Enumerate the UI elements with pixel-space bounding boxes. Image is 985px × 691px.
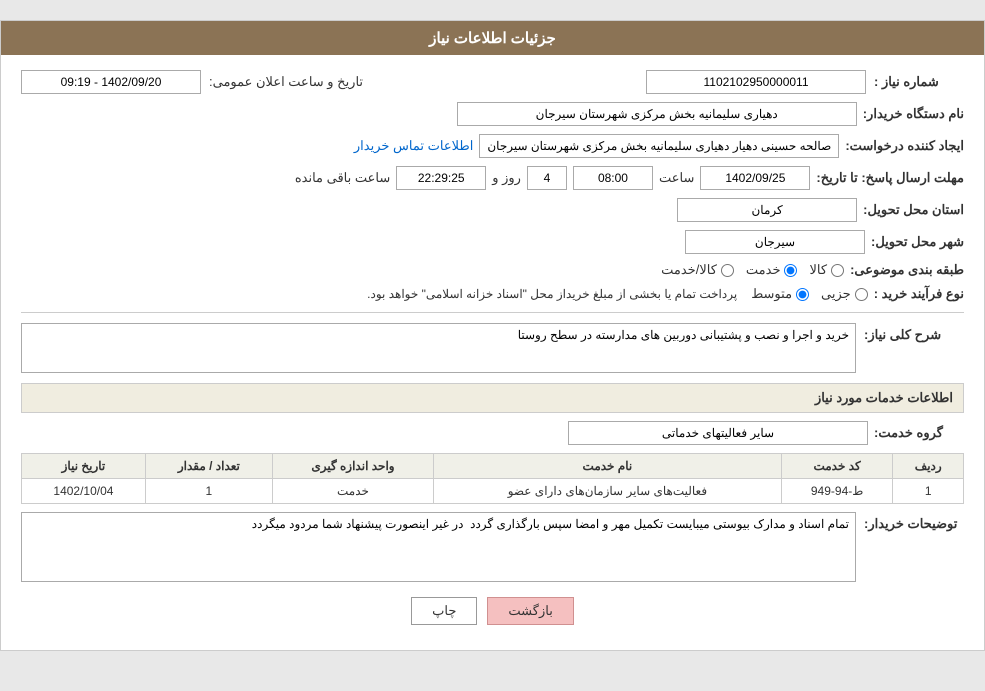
table-body: 1 ط-94-949 فعالیت‌های سایر سازمان‌های دا… bbox=[22, 479, 964, 504]
row-dastgah: نام دستگاه خریدار: bbox=[21, 102, 964, 126]
ijad-label: ایجاد کننده درخواست: bbox=[845, 138, 964, 154]
saat-input[interactable] bbox=[573, 166, 653, 190]
page-header: جزئیات اطلاعات نیاز bbox=[1, 21, 984, 55]
row-gorooh: گروه خدمت: bbox=[21, 421, 964, 445]
col-radif: ردیف bbox=[893, 454, 964, 479]
ettelaat-tamas-link[interactable]: اطلاعات تماس خریدار bbox=[354, 138, 473, 154]
row-mohlat: مهلت ارسال پاسخ: تا تاریخ: ساعت روز و سا… bbox=[21, 166, 964, 190]
mohlat-date-input[interactable] bbox=[700, 166, 810, 190]
cell-date: 1402/10/04 bbox=[22, 479, 146, 504]
col-code: کد خدمت bbox=[781, 454, 893, 479]
page-wrapper: AnaRender جزئیات اطلاعات نیاز شماره نیاز… bbox=[0, 20, 985, 651]
farayand-label: نوع فرآیند خرید : bbox=[874, 286, 964, 302]
cell-radif: 1 bbox=[893, 479, 964, 504]
ijad-input[interactable] bbox=[479, 134, 839, 158]
radio-jozii-input[interactable] bbox=[855, 288, 868, 301]
dastgah-input[interactable] bbox=[457, 102, 857, 126]
shomara-label: شماره نیاز : bbox=[874, 74, 964, 90]
radio-jozii-label: جزیی bbox=[821, 286, 851, 302]
row-farayand: نوع فرآیند خرید : جزیی متوسط پرداخت تمام… bbox=[21, 286, 964, 302]
radio-motavasset-input[interactable] bbox=[796, 288, 809, 301]
baqi-saat-label: ساعت باقی مانده bbox=[295, 170, 390, 186]
cell-count: 1 bbox=[145, 479, 272, 504]
divider-1 bbox=[21, 312, 964, 313]
ostan-label: استان محل تحویل: bbox=[863, 202, 964, 218]
col-count: تعداد / مقدار bbox=[145, 454, 272, 479]
main-content: شماره نیاز : تاریخ و ساعت اعلان عمومی: ن… bbox=[1, 55, 984, 650]
tawsiyat-label: توضیحات خریدار: bbox=[864, 512, 964, 532]
rooz-label: روز و bbox=[492, 170, 521, 186]
row-tawsiyat: توضیحات خریدار: تمام اسناد و مدارک بیوست… bbox=[21, 512, 964, 582]
saat-label: ساعت bbox=[659, 170, 694, 186]
cell-code: ط-94-949 bbox=[781, 479, 893, 504]
radio-khadamat[interactable]: خدمت bbox=[746, 262, 798, 278]
radio-motavasset-label: متوسط bbox=[751, 286, 792, 302]
col-unit: واحد اندازه گیری bbox=[272, 454, 433, 479]
row-shahr: شهر محل تحویل: bbox=[21, 230, 964, 254]
gorooh-input[interactable] bbox=[568, 421, 868, 445]
shomara-input[interactable] bbox=[646, 70, 866, 94]
tabaqe-label: طبقه بندی موضوعی: bbox=[850, 262, 964, 278]
tarikh-label: تاریخ و ساعت اعلان عمومی: bbox=[209, 74, 363, 90]
baqi-saat-input[interactable] bbox=[396, 166, 486, 190]
services-table: ردیف کد خدمت نام خدمت واحد اندازه گیری ت… bbox=[21, 453, 964, 504]
button-bar: بازگشت چاپ bbox=[21, 597, 964, 625]
radio-kala-label: کالا bbox=[809, 262, 827, 278]
sharh-textarea[interactable]: خرید و اجرا و نصب و پشتیبانی دوربین های … bbox=[21, 323, 856, 373]
table-head: ردیف کد خدمت نام خدمت واحد اندازه گیری ت… bbox=[22, 454, 964, 479]
radio-motavasset[interactable]: متوسط bbox=[751, 286, 809, 302]
gorooh-label: گروه خدمت: bbox=[874, 425, 964, 441]
dastgah-label: نام دستگاه خریدار: bbox=[863, 106, 964, 122]
tabaqe-radio-group: کالا خدمت کالا/خدمت bbox=[661, 262, 844, 278]
tarikh-input[interactable] bbox=[21, 70, 201, 94]
col-date: تاریخ نیاز bbox=[22, 454, 146, 479]
radio-kala-input[interactable] bbox=[831, 264, 844, 277]
radio-kala-khadamat-input[interactable] bbox=[721, 264, 734, 277]
cell-name: فعالیت‌های سایر سازمان‌های دارای عضو bbox=[434, 479, 782, 504]
radio-kala-khadamat[interactable]: کالا/خدمت bbox=[661, 262, 734, 278]
services-header: اطلاعات خدمات مورد نیاز bbox=[21, 383, 964, 413]
col-name: نام خدمت bbox=[434, 454, 782, 479]
print-button[interactable]: چاپ bbox=[411, 597, 477, 625]
sharh-label: شرح کلی نیاز: bbox=[864, 323, 964, 343]
shomara-group: شماره نیاز : bbox=[646, 70, 964, 94]
table-row: 1 ط-94-949 فعالیت‌های سایر سازمان‌های دا… bbox=[22, 479, 964, 504]
rooz-input[interactable] bbox=[527, 166, 567, 190]
radio-kala-khadamat-label: کالا/خدمت bbox=[661, 262, 717, 278]
mohlat-label: مهلت ارسال پاسخ: تا تاریخ: bbox=[816, 170, 964, 186]
row-tabaqe: طبقه بندی موضوعی: کالا خدمت کالا/خدمت bbox=[21, 262, 964, 278]
farayand-radio-group: جزیی متوسط bbox=[751, 286, 868, 302]
radio-jozii[interactable]: جزیی bbox=[821, 286, 868, 302]
row-shomara: شماره نیاز : تاریخ و ساعت اعلان عمومی: bbox=[21, 70, 964, 94]
notice-text: پرداخت تمام یا بخشی از مبلغ خریداز محل "… bbox=[367, 287, 737, 301]
tawsiyat-textarea[interactable]: تمام اسناد و مدارک بیوستی میبایست تکمیل … bbox=[21, 512, 856, 582]
shahr-input[interactable] bbox=[685, 230, 865, 254]
row-ijad: ایجاد کننده درخواست: اطلاعات تماس خریدار bbox=[21, 134, 964, 158]
row-sharh: شرح کلی نیاز: خرید و اجرا و نصب و پشتیبا… bbox=[21, 323, 964, 373]
radio-khadamat-input[interactable] bbox=[784, 264, 797, 277]
row-ostan: استان محل تحویل: bbox=[21, 198, 964, 222]
back-button[interactable]: بازگشت bbox=[487, 597, 573, 625]
radio-kala[interactable]: کالا bbox=[809, 262, 844, 278]
tarikh-group: تاریخ و ساعت اعلان عمومی: bbox=[21, 70, 363, 94]
radio-khadamat-label: خدمت bbox=[746, 262, 781, 278]
shahr-label: شهر محل تحویل: bbox=[871, 234, 964, 250]
table-header-row: ردیف کد خدمت نام خدمت واحد اندازه گیری ت… bbox=[22, 454, 964, 479]
cell-unit: خدمت bbox=[272, 479, 433, 504]
ostan-input[interactable] bbox=[677, 198, 857, 222]
page-title: جزئیات اطلاعات نیاز bbox=[429, 30, 556, 47]
